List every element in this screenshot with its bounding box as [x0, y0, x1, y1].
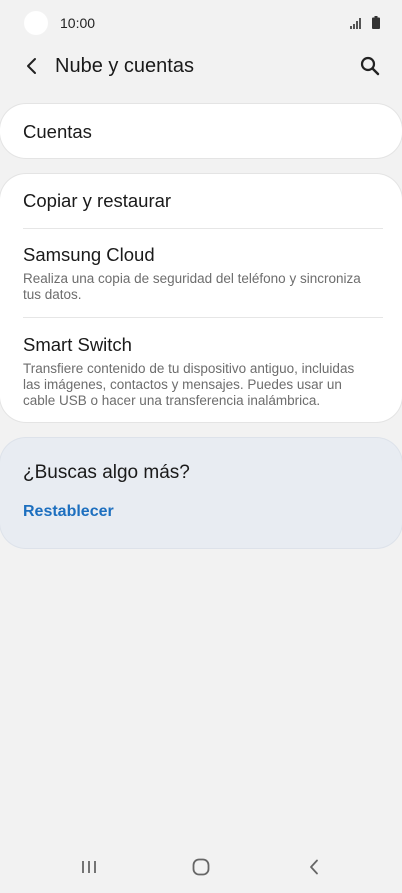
suggestions-card: ¿Buscas algo más? Restablecer	[0, 438, 402, 548]
accounts-item[interactable]: Cuentas	[0, 104, 402, 158]
reset-link[interactable]: Restablecer	[23, 503, 114, 521]
home-icon[interactable]	[187, 855, 215, 879]
accounts-label: Cuentas	[23, 121, 92, 142]
backup-card: Copiar y restaurar Samsung Cloud Realiza…	[0, 174, 402, 422]
search-icon[interactable]	[358, 54, 382, 78]
backup-restore-item[interactable]: Copiar y restaurar	[0, 174, 402, 228]
smart-switch-item[interactable]: Smart Switch Transfiere contenido de tu …	[0, 318, 402, 422]
navigation-bar	[0, 843, 402, 893]
page-title: Nube y cuentas	[55, 55, 194, 77]
samsung-cloud-description: Realiza una copia de seguridad del teléf…	[23, 271, 361, 302]
backup-restore-label: Copiar y restaurar	[23, 190, 172, 211]
back-icon[interactable]	[300, 855, 328, 879]
camera-cutout	[24, 11, 48, 35]
smart-switch-label: Smart Switch	[23, 334, 132, 355]
battery-icon	[372, 16, 380, 29]
signal-icon	[350, 18, 361, 29]
suggestions-title: ¿Buscas algo más?	[23, 462, 190, 483]
app-bar: Nube y cuentas	[0, 48, 402, 86]
samsung-cloud-item[interactable]: Samsung Cloud Realiza una copia de segur…	[0, 229, 402, 317]
status-time: 10:00	[60, 15, 96, 31]
samsung-cloud-label: Samsung Cloud	[23, 244, 155, 265]
recents-icon[interactable]	[75, 855, 103, 879]
status-bar: 10:00	[0, 0, 402, 48]
back-arrow-icon[interactable]	[20, 54, 44, 78]
smart-switch-description: Transfiere contenido de tu dispositivo a…	[23, 361, 355, 408]
